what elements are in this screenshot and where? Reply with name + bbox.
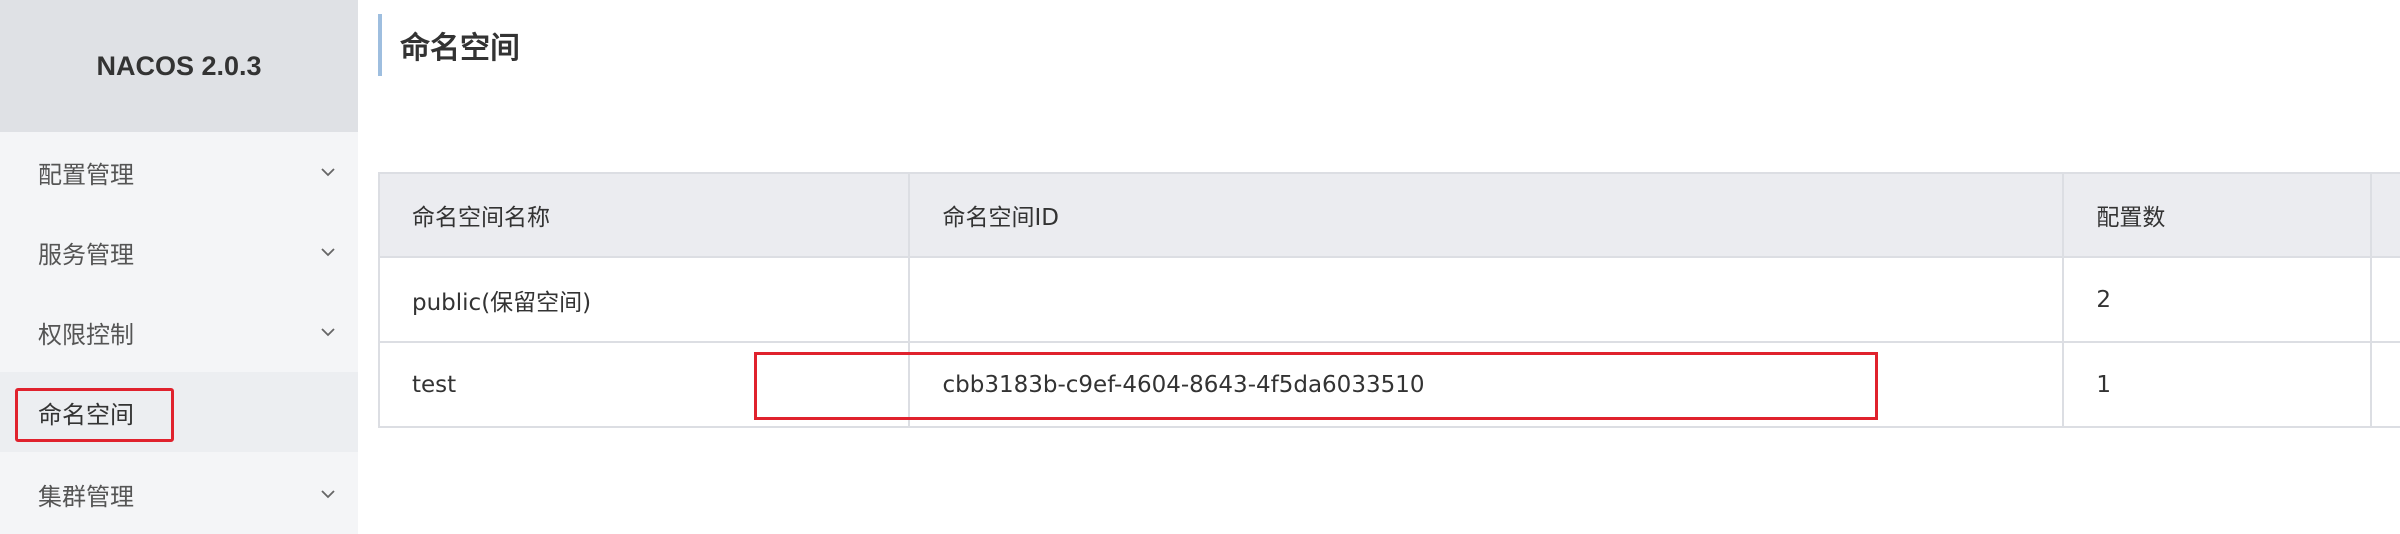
chevron-down-icon (321, 490, 335, 499)
column-header-config-count: 配置数 (2064, 174, 2373, 256)
sidebar-item-config-management[interactable]: 配置管理 (0, 132, 358, 212)
column-header-namespace-name: 命名空间名称 (380, 174, 911, 256)
sidebar-item-service-management[interactable]: 服务管理 (0, 212, 358, 292)
sidebar-item-access-control[interactable]: 权限控制 (0, 292, 358, 372)
table-row: public(保留空间) 2 (380, 258, 2400, 343)
table-header-row: 命名空间名称 命名空间ID 配置数 (380, 174, 2400, 258)
sidebar-item-label: 命名空间 (38, 400, 134, 429)
sidebar-item-cluster-management[interactable]: 集群管理 (0, 454, 358, 534)
chevron-down-icon (321, 168, 335, 177)
app: NACOS 2.0.3 配置管理 服务管理 权限控制 命名空间 集群管理 命名空… (0, 0, 2400, 534)
operations-cell (2372, 343, 2400, 426)
brand-logo: NACOS 2.0.3 (0, 0, 358, 132)
config-count-cell: 2 (2064, 258, 2373, 341)
sidebar-item-label: 服务管理 (38, 240, 134, 269)
config-count-cell: 1 (2064, 343, 2373, 426)
main-content: 命名空间 命名空间名称 命名空间ID 配置数 public(保留空间) 2 te… (358, 0, 2400, 534)
chevron-down-icon (321, 328, 335, 337)
namespace-id-cell (910, 258, 2065, 341)
page-title: 命名空间 (378, 14, 520, 76)
column-header-operations (2372, 174, 2400, 256)
table-row: test cbb3183b-c9ef-4604-8643-4f5da603351… (380, 343, 2400, 428)
sidebar: NACOS 2.0.3 配置管理 服务管理 权限控制 命名空间 集群管理 (0, 0, 358, 534)
namespace-name-cell: test (380, 343, 911, 426)
chevron-down-icon (321, 248, 335, 257)
sidebar-item-label: 配置管理 (38, 160, 134, 189)
namespace-id-cell[interactable]: cbb3183b-c9ef-4604-8643-4f5da6033510 (910, 343, 2065, 426)
sidebar-item-namespace[interactable]: 命名空间 (0, 372, 358, 452)
sidebar-item-label: 权限控制 (38, 320, 134, 349)
column-header-namespace-id: 命名空间ID (910, 174, 2065, 256)
namespace-name-cell: public(保留空间) (380, 258, 911, 341)
sidebar-item-label: 集群管理 (38, 482, 134, 511)
operations-cell (2372, 258, 2400, 341)
namespace-table: 命名空间名称 命名空间ID 配置数 public(保留空间) 2 test cb… (378, 172, 2400, 428)
